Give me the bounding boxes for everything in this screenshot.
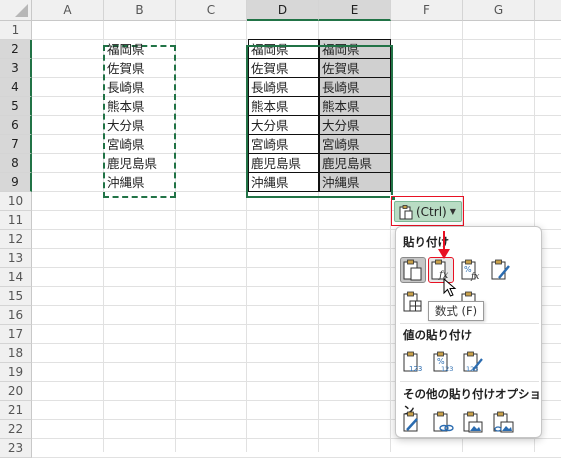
column-b-cell[interactable]: 大分県 — [104, 116, 176, 135]
row-header-1[interactable]: 1 — [0, 21, 32, 40]
keep-source-formatting-icon — [491, 259, 510, 280]
paste-values-source-formatting-button[interactable]: 123 — [460, 349, 486, 375]
row-header-21[interactable]: 21 — [0, 401, 32, 420]
row-header-5[interactable]: 5 — [0, 97, 32, 116]
paste-options-label: (Ctrl) — [416, 204, 447, 219]
select-all-corner[interactable] — [0, 0, 32, 21]
paste-values-icon: 123 — [403, 351, 422, 373]
linked-picture-icon — [493, 411, 514, 433]
menu-divider — [400, 323, 539, 324]
column-header-e[interactable]: E — [319, 0, 391, 21]
tooltip: 数式 (F) — [428, 301, 484, 321]
column-b-cell[interactable]: 長崎県 — [104, 78, 176, 97]
row-header-18[interactable]: 18 — [0, 344, 32, 363]
column-b-cell[interactable]: 鹿児島県 — [104, 154, 176, 173]
svg-text:123: 123 — [409, 365, 422, 373]
svg-text:fx: fx — [470, 272, 479, 282]
paste-values-source-formatting-icon: 123 — [463, 351, 483, 373]
row-header-23[interactable]: 23 — [0, 439, 32, 458]
svg-text:123: 123 — [441, 365, 453, 373]
no-borders-button[interactable] — [400, 289, 426, 315]
column-header-h[interactable] — [535, 0, 561, 21]
row-header-2[interactable]: 2 — [0, 40, 32, 59]
linked-picture-button[interactable] — [490, 409, 516, 435]
row-header-17[interactable]: 17 — [0, 325, 32, 344]
selection-border — [246, 45, 393, 198]
row-header-22[interactable]: 22 — [0, 420, 32, 439]
column-header-g[interactable]: G — [463, 0, 535, 21]
paste-options-button[interactable]: (Ctrl) ▼ — [394, 201, 462, 222]
column-b-cell[interactable]: 福岡県 — [104, 40, 176, 59]
paste-formulas-number-format-button[interactable]: % fx — [458, 257, 484, 283]
section-values-heading: 値の貼り付け — [403, 328, 472, 342]
paste-formulas-number-format-icon: %fx — [461, 259, 479, 282]
row-header-8[interactable]: 8 — [0, 154, 32, 173]
row-header-19[interactable]: 19 — [0, 363, 32, 382]
row-header-7[interactable]: 7 — [0, 135, 32, 154]
paste-values-number-format-icon: %123 — [433, 351, 453, 373]
picture-button[interactable] — [460, 409, 486, 435]
row-header-15[interactable]: 15 — [0, 287, 32, 306]
grid-row-line — [32, 210, 561, 211]
no-borders-icon — [403, 291, 422, 312]
select-all-triangle-icon — [15, 4, 28, 17]
paste-link-icon — [433, 411, 454, 432]
column-header-c[interactable]: C — [176, 0, 247, 21]
column-header-d[interactable]: D — [247, 0, 319, 21]
row-header-11[interactable]: 11 — [0, 211, 32, 230]
column-header-a[interactable]: A — [32, 0, 104, 21]
red-arrow-icon — [438, 231, 450, 259]
paste-values-number-format-button[interactable]: % 123 — [430, 349, 456, 375]
row-header-13[interactable]: 13 — [0, 249, 32, 268]
paste-values-button[interactable]: 123 — [400, 349, 426, 375]
row-header-12[interactable]: 12 — [0, 230, 32, 249]
row-header-3[interactable]: 3 — [0, 59, 32, 78]
row-header-9[interactable]: 9 — [0, 173, 32, 192]
picture-icon — [463, 411, 483, 433]
paste-icon — [403, 259, 422, 281]
chevron-down-icon: ▼ — [449, 207, 456, 216]
mouse-cursor-icon — [443, 278, 457, 297]
column-b-cell[interactable]: 沖縄県 — [104, 173, 176, 192]
formatting-icon — [403, 411, 418, 432]
row-header-10[interactable]: 10 — [0, 192, 32, 211]
row-header-14[interactable]: 14 — [0, 268, 32, 287]
column-b-cell[interactable]: 佐賀県 — [104, 59, 176, 78]
paste-options-menu: 貼り付け fx % fx 数式 (F) 値の貼り付け 123 % 123 123 そ… — [395, 226, 542, 438]
formatting-button[interactable] — [400, 409, 426, 435]
column-b-cell[interactable]: 宮崎県 — [104, 135, 176, 154]
paste-link-button[interactable] — [430, 409, 456, 435]
column-b-cell[interactable]: 熊本県 — [104, 97, 176, 116]
row-header-16[interactable]: 16 — [0, 306, 32, 325]
row-header-6[interactable]: 6 — [0, 116, 32, 135]
paste-button[interactable] — [400, 257, 426, 283]
row-header-20[interactable]: 20 — [0, 382, 32, 401]
column-header-f[interactable]: F — [391, 0, 463, 21]
clipboard-icon — [399, 204, 413, 219]
column-header-b[interactable]: B — [104, 0, 176, 21]
keep-source-formatting-button[interactable] — [488, 257, 514, 283]
menu-divider — [400, 381, 539, 382]
row-header-4[interactable]: 4 — [0, 78, 32, 97]
grid-row-line — [32, 438, 561, 439]
